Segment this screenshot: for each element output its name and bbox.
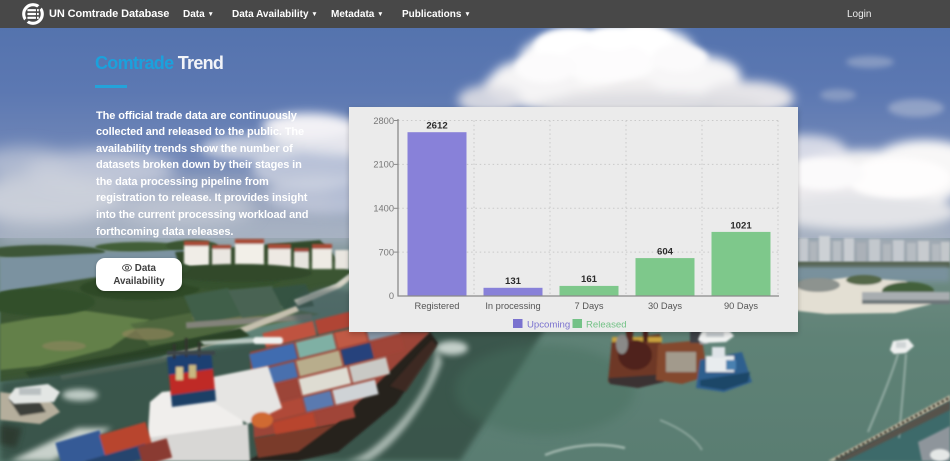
svg-text:0: 0: [389, 291, 394, 301]
svg-text:Released: Released: [586, 320, 627, 331]
svg-text:30 Days: 30 Days: [648, 301, 682, 311]
svg-text:90 Days: 90 Days: [724, 301, 758, 311]
svg-text:Upcoming: Upcoming: [527, 320, 570, 331]
svg-text:1400: 1400: [373, 204, 394, 214]
svg-text:161: 161: [581, 274, 598, 285]
svg-text:1021: 1021: [730, 221, 752, 232]
svg-text:131: 131: [505, 276, 522, 287]
svg-text:7 Days: 7 Days: [575, 301, 604, 311]
svg-text:2612: 2612: [426, 121, 447, 132]
svg-text:2800: 2800: [373, 116, 394, 126]
svg-text:2100: 2100: [373, 160, 394, 170]
svg-text:700: 700: [378, 248, 394, 258]
svg-text:In processing: In processing: [485, 301, 540, 311]
svg-text:Registered: Registered: [415, 301, 460, 311]
svg-text:604: 604: [657, 247, 674, 258]
